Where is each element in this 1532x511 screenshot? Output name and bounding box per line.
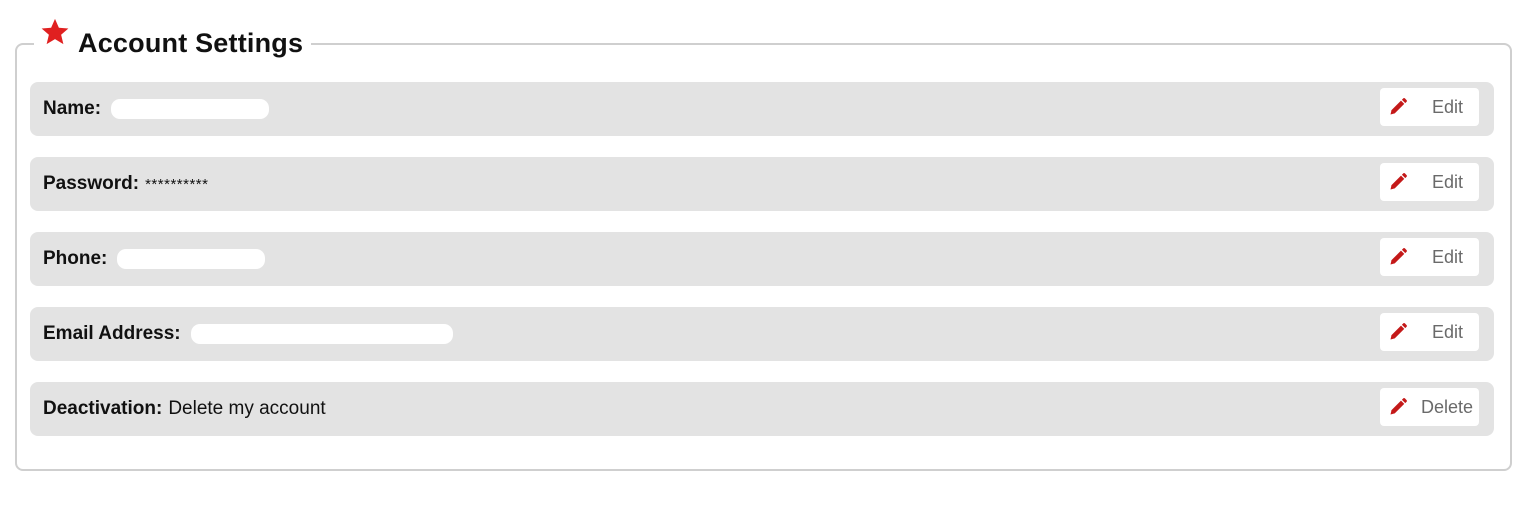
field-value-password: ********** (145, 175, 209, 193)
field-label-email: Email Address: (43, 323, 181, 344)
settings-row-password: Password: ********** Edit (30, 157, 1494, 211)
panel-legend: Account Settings (34, 18, 312, 66)
settings-row-email: Email Address: Edit (30, 307, 1494, 361)
redacted-value-phone (117, 249, 266, 269)
edit-phone-button[interactable]: Edit (1380, 238, 1479, 276)
pencil-icon (1390, 248, 1407, 265)
field-password: Password: ********** (43, 173, 1494, 195)
settings-row-phone: Phone: Edit (30, 232, 1494, 286)
field-value-deactivation: Delete my account (168, 398, 326, 419)
field-label-phone: Phone: (43, 248, 108, 269)
pencil-icon (1390, 173, 1407, 190)
settings-row-name: Name: Edit (30, 82, 1494, 136)
settings-row-deactivation: Deactivation: Delete my account Delete (30, 382, 1494, 436)
redacted-value-name (111, 99, 270, 119)
star-icon (41, 18, 69, 45)
edit-password-button[interactable]: Edit (1380, 163, 1479, 201)
delete-label: Delete (1420, 396, 1473, 417)
field-label-name: Name: (43, 98, 102, 119)
edit-email-button[interactable]: Edit (1380, 313, 1479, 351)
pencil-icon (1390, 323, 1407, 340)
redacted-value-email (190, 324, 453, 344)
field-phone: Phone: (43, 248, 1494, 270)
edit-name-button[interactable]: Edit (1380, 88, 1479, 126)
edit-label: Edit (1431, 246, 1463, 267)
field-label-deactivation: Deactivation: (43, 398, 163, 419)
edit-label: Edit (1431, 321, 1463, 342)
field-label-password: Password: (43, 173, 140, 194)
field-name: Name: (43, 98, 1494, 120)
field-email: Email Address: (43, 323, 1494, 345)
edit-label: Edit (1431, 96, 1463, 117)
page-title: Account Settings (78, 27, 304, 58)
field-deactivation: Deactivation: Delete my account (43, 398, 1494, 420)
pencil-icon (1390, 98, 1407, 115)
edit-label: Edit (1431, 171, 1463, 192)
delete-account-button[interactable]: Delete (1380, 388, 1479, 426)
pencil-icon (1390, 398, 1407, 415)
